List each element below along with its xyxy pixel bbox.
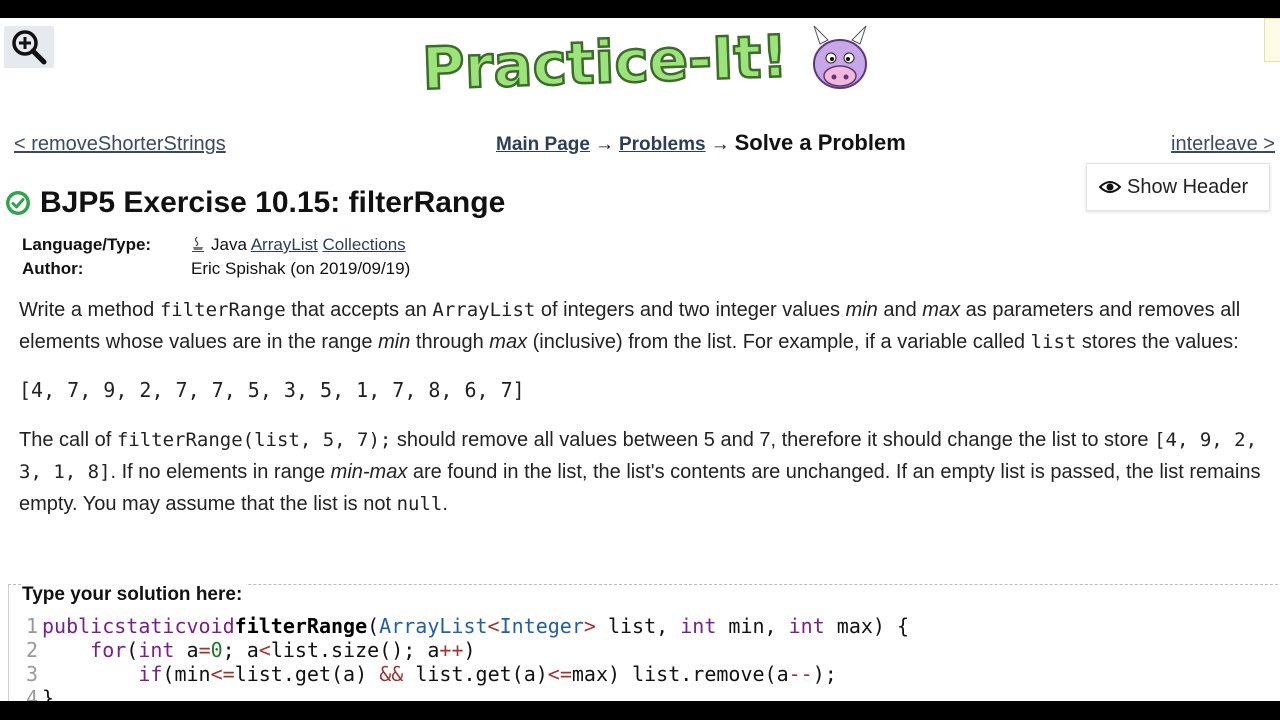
problem-meta: Language/Type: Java ArrayList Collection… <box>22 233 410 281</box>
side-tab[interactable] <box>1264 18 1280 62</box>
code-line: 4} <box>12 686 1280 701</box>
practice-it-logo[interactable]: Practice-It! <box>418 20 878 104</box>
next-problem-link[interactable]: interleave > <box>1171 133 1275 156</box>
zoom-button[interactable] <box>4 26 54 68</box>
code-line: 2 for(int a = 0; a < list.size(); a ++) <box>12 638 1280 662</box>
eye-icon <box>1099 181 1121 193</box>
magnifier-plus-icon <box>12 30 47 65</box>
svg-text:Practice-It!: Practice-It! <box>421 22 789 95</box>
breadcrumb-problems[interactable]: Problems <box>619 134 706 156</box>
breadcrumb-arrow: → <box>594 134 614 155</box>
line-number: 1 <box>25 614 38 638</box>
show-header-label: Show Header <box>1127 175 1249 198</box>
breadcrumb-arrow: → <box>710 134 730 155</box>
author-label: Author: <box>22 259 84 278</box>
show-header-button[interactable]: Show Header <box>1086 163 1270 211</box>
code-line: 3 if (min <= list.get(a) && list.get(a) <= ma… <box>12 662 1280 686</box>
page: Practice-It! < removeShorterStrings Main… <box>0 18 1280 701</box>
code-editor[interactable]: 1 public static void filterRange(ArrayLis… <box>12 614 1280 701</box>
tag-collections[interactable]: Collections <box>323 235 406 254</box>
breadcrumb-main-page[interactable]: Main Page <box>496 134 590 156</box>
example-list: [4, 7, 9, 2, 7, 7, 5, 3, 5, 1, 7, 8, 6, … <box>19 378 525 402</box>
problem-title-row: BJP5 Exercise 10.15: filterRange <box>4 186 505 220</box>
language-name: Java <box>211 235 247 254</box>
description-paragraph: The call of filterRange(list, 5, 7); sho… <box>19 429 1261 515</box>
tag-arraylist[interactable]: ArrayList <box>251 235 318 254</box>
line-number: 2 <box>25 638 38 662</box>
solution-label: Type your solution here: <box>22 584 247 606</box>
author-value: Eric Spishak (on 2019/09/19) <box>191 259 411 278</box>
line-number: 3 <box>25 662 38 686</box>
java-cup-icon <box>192 236 204 252</box>
previous-problem-link[interactable]: < removeShorterStrings <box>14 133 226 156</box>
breadcrumb: Main Page → Problems → Solve a Problem <box>496 130 906 156</box>
line-number: 4 <box>25 686 38 701</box>
code-line: 1 public static void filterRange(ArrayLis… <box>12 614 1280 638</box>
language-type-value: Java ArrayList Collections <box>191 235 406 255</box>
language-type-label: Language/Type: <box>22 235 152 254</box>
check-circle-icon <box>6 191 30 215</box>
problem-title: BJP5 Exercise 10.15: filterRange <box>40 186 506 219</box>
breadcrumb-current: Solve a Problem <box>734 130 906 155</box>
description-paragraph: Write a method filterRange that accepts … <box>19 299 1241 353</box>
problem-description: Write a method filterRange that accepts … <box>19 294 1269 534</box>
